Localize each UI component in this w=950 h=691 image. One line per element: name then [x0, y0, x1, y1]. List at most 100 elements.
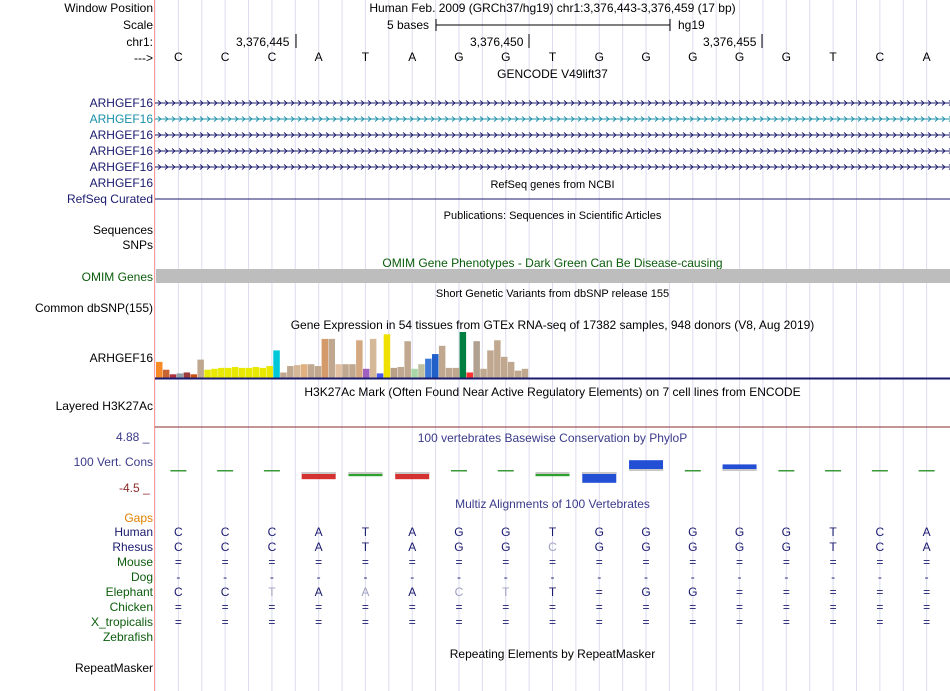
- publications-sequences-label[interactable]: Sequences: [93, 223, 153, 237]
- gtex-tissue-bar[interactable]: [494, 340, 501, 378]
- gtex-tissue-bar[interactable]: [204, 369, 211, 378]
- gtex-tissue-bar[interactable]: [273, 350, 280, 378]
- gtex-track-label[interactable]: ARHGEF16: [90, 351, 153, 365]
- omim-track-label[interactable]: OMIM Genes: [82, 270, 153, 284]
- gtex-tissue-bar[interactable]: [328, 338, 336, 378]
- gtex-tissue-bar[interactable]: [452, 367, 460, 378]
- omim-gene-bar[interactable]: [156, 269, 950, 283]
- gencode-gene-lines[interactable]: [155, 80, 950, 176]
- gtex-tissue-bar[interactable]: [390, 367, 398, 378]
- multiz-base: =: [783, 600, 790, 614]
- gtex-tissue-bar[interactable]: [432, 354, 439, 378]
- gtex-tissue-bar[interactable]: [300, 364, 308, 378]
- multiz-alignment-bases[interactable]: C C C A T A G G T G G G G G T C AC C C A T A G G C G G G G G T C A= = = = = =…: [155, 524, 950, 646]
- refseq-track-label[interactable]: RefSeq Curated: [67, 192, 153, 206]
- refseq-gene-line[interactable]: [155, 198, 950, 200]
- gtex-tissue-bar[interactable]: [231, 366, 239, 378]
- gtex-tissue-bar[interactable]: [259, 367, 267, 378]
- gtex-tissue-bar[interactable]: [383, 334, 391, 378]
- gtex-tissue-bar[interactable]: [480, 368, 487, 378]
- gtex-tissue-bar[interactable]: [507, 361, 515, 378]
- multiz-species-label[interactable]: Dog: [131, 570, 153, 584]
- gtex-tissue-bar[interactable]: [501, 356, 508, 378]
- publications-snps-label[interactable]: SNPs: [122, 238, 153, 252]
- multiz-base: =: [783, 615, 790, 629]
- gtex-tissue-bar[interactable]: [411, 368, 418, 378]
- repeatmasker-track-title[interactable]: Repeating Elements by RepeatMasker: [155, 647, 950, 661]
- gtex-tissue-bar[interactable]: [252, 366, 260, 378]
- gtex-tissue-bar[interactable]: [349, 364, 356, 378]
- gtex-tissue-bar[interactable]: [425, 358, 432, 378]
- gtex-tissue-bar[interactable]: [521, 368, 529, 378]
- gtex-tissue-bar[interactable]: [418, 364, 425, 378]
- multiz-species-label[interactable]: Chicken: [110, 600, 153, 614]
- gtex-tissue-bar[interactable]: [211, 368, 218, 378]
- gtex-tissue-bar[interactable]: [225, 367, 232, 378]
- gtex-tissue-bar[interactable]: [156, 361, 163, 378]
- gtex-tissue-bar[interactable]: [280, 372, 287, 378]
- gtex-expression-chart[interactable]: [155, 330, 950, 382]
- gtex-tissue-bar[interactable]: [190, 374, 198, 378]
- gtex-tissue-bar[interactable]: [314, 366, 322, 378]
- gtex-tissue-bar[interactable]: [404, 341, 411, 378]
- gtex-tissue-bar[interactable]: [176, 373, 184, 378]
- gtex-tissue-bar[interactable]: [356, 340, 363, 378]
- repeatmasker-track-label[interactable]: RepeatMasker: [75, 661, 153, 675]
- gtex-tissue-bar[interactable]: [459, 332, 467, 378]
- publications-track-title[interactable]: Publications: Sequences in Scientific Ar…: [155, 209, 950, 223]
- gencode-gene-label[interactable]: ARHGEF16: [90, 112, 153, 126]
- gtex-tissue-bar[interactable]: [369, 338, 377, 378]
- gtex-tissue-bar[interactable]: [307, 364, 315, 378]
- gtex-tissue-bar[interactable]: [473, 341, 480, 378]
- h3k27ac-track-title[interactable]: H3K27Ac Mark (Often Found Near Active Re…: [155, 385, 950, 399]
- multiz-species-label[interactable]: Mouse: [117, 555, 153, 569]
- gtex-tissue-bar[interactable]: [162, 369, 170, 378]
- multiz-species-label[interactable]: Rhesus: [112, 540, 153, 554]
- gtex-tissue-bar[interactable]: [287, 366, 294, 378]
- gtex-tissue-bar[interactable]: [266, 366, 273, 378]
- dbsnp-track-label[interactable]: Common dbSNP(155): [35, 301, 153, 315]
- gtex-tissue-bar[interactable]: [238, 367, 246, 378]
- h3k27ac-track-label[interactable]: Layered H3K27Ac: [56, 399, 153, 413]
- gtex-tissue-bar[interactable]: [376, 373, 384, 378]
- gtex-tissue-bar[interactable]: [342, 364, 349, 378]
- gtex-tissue-bar[interactable]: [335, 364, 342, 378]
- multiz-track-title[interactable]: Multiz Alignments of 100 Vertebrates: [155, 497, 950, 511]
- gencode-gene-label[interactable]: ARHGEF16: [90, 176, 153, 190]
- gtex-tissue-bar[interactable]: [445, 367, 453, 378]
- dbsnp-track-title[interactable]: Short Genetic Variants from dbSNP releas…: [155, 287, 950, 301]
- gtex-tissue-bar[interactable]: [487, 350, 494, 378]
- multiz-species-label[interactable]: Elephant: [106, 585, 153, 599]
- gtex-tissue-bar[interactable]: [466, 372, 474, 378]
- gencode-gene-label[interactable]: ARHGEF16: [90, 144, 153, 158]
- gtex-tissue-bar[interactable]: [169, 374, 177, 378]
- gtex-tissue-bar[interactable]: [218, 367, 225, 378]
- multiz-base: G: [595, 540, 604, 554]
- conservation-logo[interactable]: [155, 446, 950, 488]
- gencode-gene-label[interactable]: ARHGEF16: [90, 160, 153, 174]
- gtex-tissue-bar[interactable]: [363, 368, 370, 378]
- h3k27ac-signal-line[interactable]: [155, 426, 950, 428]
- multiz-species-label[interactable]: X_tropicalis: [91, 615, 153, 629]
- gtex-tissue-bar[interactable]: [197, 359, 204, 378]
- conservation-track-label[interactable]: 100 Vert. Cons: [74, 455, 153, 469]
- gtex-tissue-bar[interactable]: [514, 370, 522, 378]
- gtex-tissue-bar[interactable]: [397, 366, 405, 378]
- multiz-species-label[interactable]: Zebrafish: [103, 630, 153, 644]
- gtex-tissue-bar[interactable]: [245, 367, 253, 378]
- gencode-gene-label[interactable]: ARHGEF16: [90, 96, 153, 110]
- multiz-base: G: [595, 525, 604, 539]
- conservation-track-title[interactable]: 100 vertebrates Basewise Conservation by…: [155, 431, 950, 445]
- gencode-gene-label[interactable]: ARHGEF16: [90, 128, 153, 142]
- gtex-tissue-bar[interactable]: [294, 365, 301, 378]
- refseq-track-title[interactable]: RefSeq genes from NCBI: [155, 178, 950, 192]
- omim-track-title[interactable]: OMIM Gene Phenotypes - Dark Green Can Be…: [155, 256, 950, 270]
- gtex-tissue-bar[interactable]: [438, 345, 446, 378]
- gtex-tissue-bar[interactable]: [321, 338, 329, 378]
- gencode-track-title[interactable]: GENCODE V49lift37: [155, 67, 950, 81]
- genome-browser-image[interactable]: Window Position Human Feb. 2009 (GRCh37/…: [0, 0, 950, 691]
- multiz-base: C: [221, 525, 230, 539]
- multiz-gaps-label[interactable]: Gaps: [124, 511, 153, 525]
- multiz-species-label[interactable]: Human: [114, 525, 153, 539]
- gtex-tissue-bar[interactable]: [183, 372, 191, 378]
